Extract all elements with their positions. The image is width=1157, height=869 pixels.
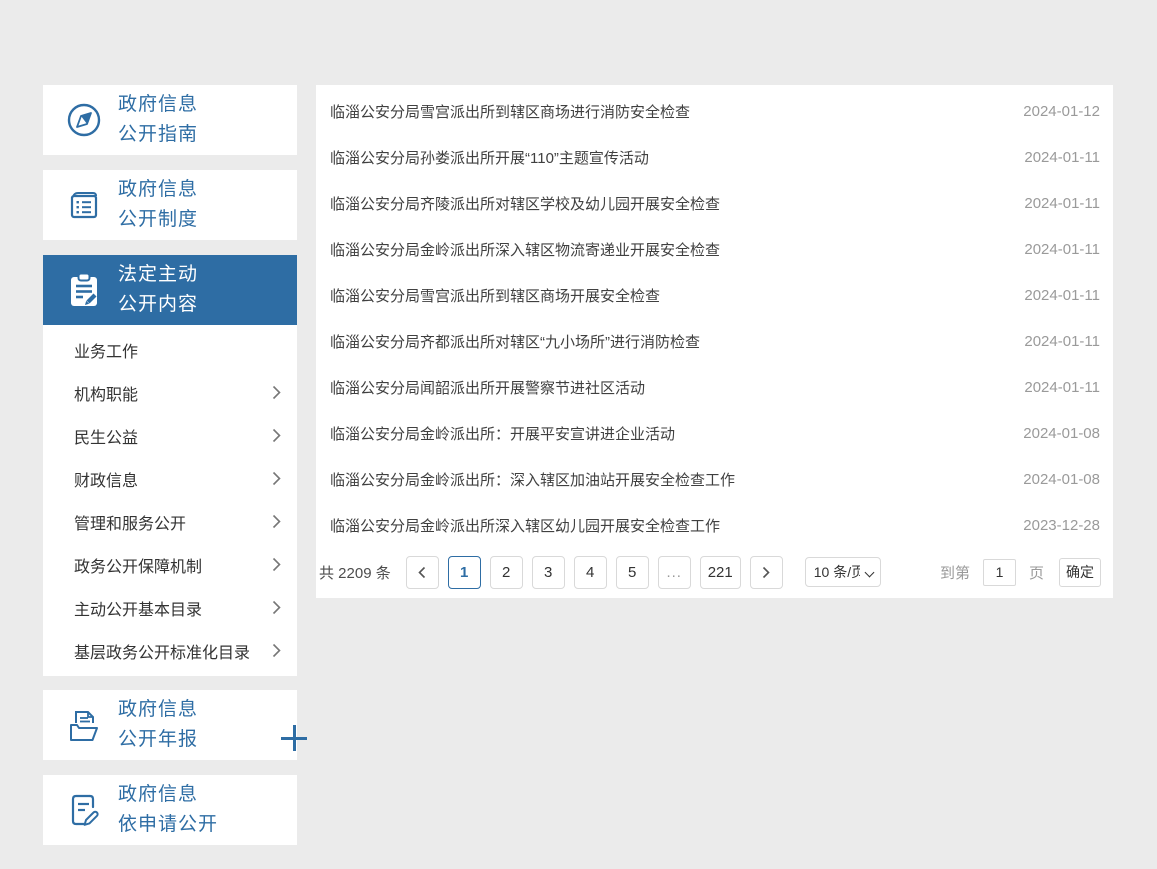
news-row: 临淄公安分局齐都派出所对辖区“九小场所”进行消防检查 2024-01-11 [316,318,1113,364]
submenu-item-basic-catalog[interactable]: 主动公开基本目录 [43,586,297,629]
submenu-item-business-work[interactable]: 业务工作 [43,328,297,371]
sidebar-item-disclosure-guide[interactable]: 政府信息 公开指南 [43,85,297,155]
news-date: 2024-01-11 [1004,241,1100,258]
news-date: 2024-01-11 [1004,195,1100,212]
sidebar-item-label: 政府信息 [118,699,198,720]
chevron-right-icon [272,514,281,529]
goto-page-label: 到第 [940,562,970,583]
confirm-button[interactable]: 确定 [1059,558,1101,587]
goto-page-input[interactable] [983,559,1016,586]
news-row: 临淄公安分局金岭派出所深入辖区幼儿园开展安全检查工作 2023-12-28 [316,502,1113,548]
folder-icon [64,705,104,745]
news-date: 2024-01-11 [1004,379,1100,396]
submenu-item-label: 民生公益 [74,424,138,448]
page-button-1[interactable]: 1 [448,556,481,589]
prev-page-button[interactable] [406,556,439,589]
page-button-3[interactable]: 3 [532,556,565,589]
submenu-item-label: 基层政务公开标准化目录 [74,639,250,663]
book-icon [64,185,104,225]
sidebar: 政府信息 公开指南 政府信息 公开制度 [43,85,297,860]
submenu-item-label: 主动公开基本目录 [74,596,202,620]
chevron-right-icon [272,385,281,400]
chevron-right-icon [272,471,281,486]
news-row: 临淄公安分局闻韶派出所开展警察节进社区活动 2024-01-11 [316,364,1113,410]
page-button-221[interactable]: 221 [700,556,741,589]
sidebar-item-label: 政府信息 [118,179,198,200]
news-title-link[interactable]: 临淄公安分局齐都派出所对辖区“九小场所”进行消防检查 [330,331,700,352]
submenu-item-fiscal-info[interactable]: 财政信息 [43,457,297,500]
news-date: 2024-01-11 [1004,333,1100,350]
content-panel: 临淄公安分局雪宫派出所到辖区商场进行消防安全检查 2024-01-12 临淄公安… [316,85,1113,598]
news-title-link[interactable]: 临淄公安分局齐陵派出所对辖区学校及幼儿园开展安全检查 [330,193,720,214]
news-title-link[interactable]: 临淄公安分局金岭派出所：开展平安宣讲进企业活动 [330,423,675,444]
news-title-link[interactable]: 临淄公安分局金岭派出所：深入辖区加油站开展安全检查工作 [330,469,735,490]
submenu-item-standardized-catalog[interactable]: 基层政务公开标准化目录 [43,629,297,672]
submenu-item-management-service[interactable]: 管理和服务公开 [43,500,297,543]
sidebar-item-label: 政府信息 [118,94,198,115]
sidebar-item-label: 公开指南 [118,124,198,145]
document-pencil-icon [64,790,104,830]
news-row: 临淄公安分局金岭派出所：开展平安宣讲进企业活动 2024-01-08 [316,410,1113,456]
news-row: 临淄公安分局雪宫派出所到辖区商场开展安全检查 2024-01-11 [316,272,1113,318]
sidebar-item-label: 依申请公开 [118,814,218,835]
sidebar-item-label: 法定主动 [118,264,198,285]
submenu-item-label: 机构职能 [74,381,138,405]
news-title-link[interactable]: 临淄公安分局雪宫派出所到辖区商场进行消防安全检查 [330,101,690,122]
news-row: 临淄公安分局雪宫派出所到辖区商场进行消防安全检查 2024-01-12 [316,88,1113,134]
sidebar-item-label: 公开内容 [118,294,198,315]
sidebar-item-label: 公开年报 [118,729,198,750]
sidebar-item-disclosure-system[interactable]: 政府信息 公开制度 [43,170,297,240]
chevron-right-icon [272,428,281,443]
news-row: 临淄公安分局金岭派出所：深入辖区加油站开展安全检查工作 2024-01-08 [316,456,1113,502]
page-button-4[interactable]: 4 [574,556,607,589]
news-title-link[interactable]: 临淄公安分局金岭派出所深入辖区物流寄递业开展安全检查 [330,239,720,260]
page-unit-label: 页 [1029,562,1044,583]
pagination: 共 2209 条 1 2 3 4 5 ... 221 10 条/页 到第 页 [316,548,1113,596]
sidebar-submenu: 业务工作 机构职能 民生公益 财政信息 管理和服务公开 [43,325,297,676]
page-size-select[interactable]: 10 条/页 [805,557,881,587]
compass-icon [64,100,104,140]
submenu-item-org-functions[interactable]: 机构职能 [43,371,297,414]
chevron-right-icon [272,643,281,658]
page-button-2[interactable]: 2 [490,556,523,589]
submenu-item-label: 管理和服务公开 [74,510,186,534]
sidebar-item-annual-report[interactable]: 政府信息 公开年报 [43,690,297,760]
submenu-item-label: 政务公开保障机制 [74,553,202,577]
submenu-item-public-welfare[interactable]: 民生公益 [43,414,297,457]
sidebar-item-label: 政府信息 [118,784,198,805]
more-pages-button[interactable]: ... [658,556,691,589]
news-date: 2024-01-12 [1003,103,1100,120]
news-date: 2024-01-08 [1003,425,1100,442]
next-page-button[interactable] [750,556,783,589]
news-list: 临淄公安分局雪宫派出所到辖区商场进行消防安全检查 2024-01-12 临淄公安… [316,85,1113,548]
chevron-left-icon [418,566,426,579]
submenu-item-label: 财政信息 [74,467,138,491]
news-date: 2024-01-08 [1003,471,1100,488]
chevron-right-icon [762,566,770,579]
news-title-link[interactable]: 临淄公安分局雪宫派出所到辖区商场开展安全检查 [330,285,660,306]
news-title-link[interactable]: 临淄公安分局金岭派出所深入辖区幼儿园开展安全检查工作 [330,515,720,536]
news-row: 临淄公安分局孙娄派出所开展“110”主题宣传活动 2024-01-11 [316,134,1113,180]
news-title-link[interactable]: 临淄公安分局闻韶派出所开展警察节进社区活动 [330,377,645,398]
sidebar-item-label: 公开制度 [118,209,198,230]
news-date: 2023-12-28 [1003,517,1100,534]
news-date: 2024-01-11 [1004,149,1100,166]
total-count-label: 共 2209 条 [319,562,391,583]
chevron-right-icon [272,557,281,572]
submenu-item-guarantee-mechanism[interactable]: 政务公开保障机制 [43,543,297,586]
sidebar-item-statutory-disclosure[interactable]: 法定主动 公开内容 [43,255,297,325]
news-row: 临淄公安分局金岭派出所深入辖区物流寄递业开展安全检查 2024-01-11 [316,226,1113,272]
news-title-link[interactable]: 临淄公安分局孙娄派出所开展“110”主题宣传活动 [330,147,649,168]
news-date: 2024-01-11 [1004,287,1100,304]
page-button-5[interactable]: 5 [616,556,649,589]
sidebar-item-disclosure-upon-request[interactable]: 政府信息 依申请公开 [43,775,297,845]
clipboard-pencil-icon [64,270,104,310]
chevron-right-icon [272,600,281,615]
news-row: 临淄公安分局齐陵派出所对辖区学校及幼儿园开展安全检查 2024-01-11 [316,180,1113,226]
submenu-item-label: 业务工作 [74,338,138,362]
